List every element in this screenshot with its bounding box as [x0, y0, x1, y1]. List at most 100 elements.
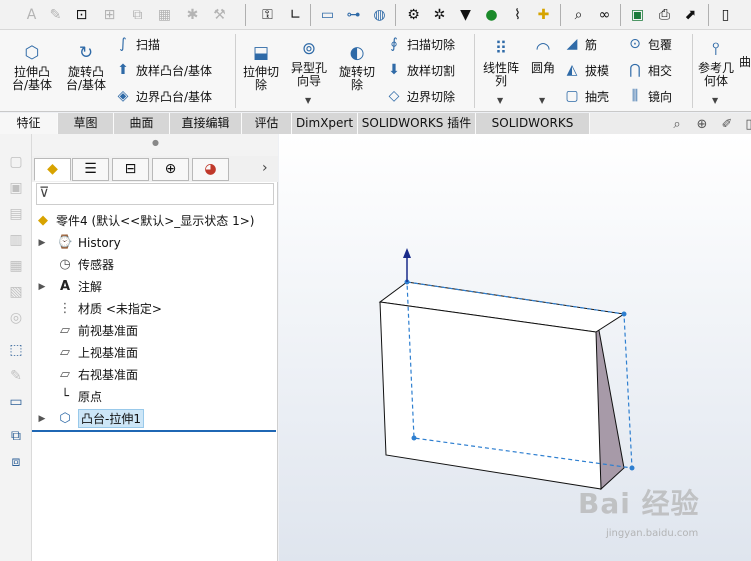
hole-wizard-dropdown-icon[interactable]: ▼ [305, 96, 311, 105]
mirror-button[interactable]: ⫼ 镜向 [626, 86, 672, 106]
sketch-point[interactable] [411, 435, 417, 441]
hierarchy-icon[interactable]: ⊶ [344, 5, 363, 24]
configuration-manager-tab-icon[interactable]: ⊟ [112, 158, 149, 181]
spring-icon[interactable]: ⌇ [508, 5, 527, 24]
cross-icon[interactable]: ✚ [534, 5, 553, 24]
tab-evaluate[interactable]: 评估 [242, 113, 292, 134]
revolve-boss-button[interactable]: ↻ 旋转凸 台/基体 [62, 42, 110, 92]
expand-arrow-icon[interactable]: ▶ [36, 282, 48, 292]
extrude-boss-button[interactable]: ⬡ 拉伸凸 台/基体 [8, 42, 56, 92]
swept-cut-button[interactable]: ∮ 扫描切除 [385, 34, 455, 54]
top-view-icon[interactable]: ▤ [6, 204, 26, 224]
tree-item-material[interactable]: ⋮ 材质 <未指定> [36, 298, 162, 319]
settings-icon[interactable]: ✲ [430, 5, 449, 24]
hole-wizard-button[interactable]: ⊚ 异型孔 向导 [287, 38, 331, 88]
fillet-button[interactable]: ◠ 圆角 [526, 38, 560, 75]
monitor-icon[interactable]: ▭ [318, 5, 337, 24]
export-icon[interactable]: ⬈ [681, 5, 700, 24]
right-view-icon[interactable]: ▥ [6, 230, 26, 250]
funnel-icon[interactable]: ▼ [456, 5, 475, 24]
excel-icon[interactable]: ▣ [628, 5, 647, 24]
boundary-cut-button[interactable]: ◇ 边界切除 [385, 86, 455, 106]
extrude-cut-button[interactable]: ⬓ 拉伸切 除 [239, 42, 283, 92]
rib-button[interactable]: ◢ 筋 [563, 34, 597, 54]
cube-view-icon[interactable]: ▢ [6, 152, 26, 172]
edit-sketch-icon[interactable]: ✎ [6, 366, 26, 386]
curves-button[interactable]: 曲 [739, 56, 751, 69]
loft-boss-button[interactable]: ⬆ 放样凸台/基体 [114, 60, 212, 80]
tools-icon[interactable]: ⚒ [210, 5, 229, 24]
tab-sketch[interactable]: 草图 [58, 113, 114, 134]
part-front-face[interactable] [379, 301, 602, 490]
tree-item-right-plane[interactable]: ▱ 右视基准面 [36, 364, 138, 385]
section-view-icon[interactable]: ▯ [740, 117, 751, 133]
gear-icon[interactable]: ⚙ [404, 5, 423, 24]
format-icon[interactable]: ▦ [155, 5, 174, 24]
tree-item-front-plane[interactable]: ▱ 前视基准面 [36, 320, 138, 341]
tab-surfaces[interactable]: 曲面 [114, 113, 170, 134]
binoculars-icon[interactable]: ∞ [595, 5, 614, 24]
copy-layer-icon[interactable]: ⧈ [6, 452, 26, 472]
wrap-button[interactable]: ⊙ 包覆 [626, 34, 672, 54]
tab-direct-editing[interactable]: 直接编辑 [170, 113, 242, 134]
tree-item-origin[interactable]: └ 原点 [36, 386, 102, 407]
fillet-dropdown-icon[interactable]: ▼ [539, 96, 545, 105]
zoom-area-icon[interactable]: ⊕ [693, 117, 711, 133]
reference-geometry-button[interactable]: ⫯ 参考几 何体 [695, 38, 737, 88]
feature-manager-tab-icon[interactable]: ◆ [34, 158, 71, 181]
options-icon[interactable]: ✱ [183, 5, 202, 24]
sketch-point[interactable] [621, 311, 627, 317]
sweep-button[interactable]: ∫ 扫描 [114, 34, 160, 54]
front-view-icon[interactable]: ▣ [6, 178, 26, 198]
dimxpert-manager-tab-icon[interactable]: ⊕ [152, 158, 189, 181]
previous-view-icon[interactable]: ✐ [718, 117, 736, 133]
revolve-cut-button[interactable]: ◐ 旋转切 除 [335, 42, 379, 92]
tree-item-sensors[interactable]: ◷ 传感器 [36, 254, 114, 275]
display-manager-tab-icon[interactable]: ◕ [192, 158, 229, 181]
tree-root[interactable]: ◆ 零件4 (默认<<默认>_显示状态 1>) [34, 210, 254, 231]
draft-button[interactable]: ◭ 拔模 [563, 60, 609, 80]
intersect-button[interactable]: ⋂ 相交 [626, 60, 672, 80]
shell-button[interactable]: ▢ 抽壳 [563, 86, 609, 106]
smart-dimension-icon[interactable]: ⊡ [72, 5, 91, 24]
sketch-text-icon[interactable]: A [22, 5, 41, 24]
sketch-point[interactable] [629, 465, 635, 471]
iso-view-icon[interactable]: ▦ [6, 256, 26, 276]
boundary-boss-button[interactable]: ◈ 边界凸台/基体 [114, 86, 212, 106]
tab-solidworks-addins[interactable]: SOLIDWORKS 插件 [358, 113, 476, 134]
linear-pattern-dropdown-icon[interactable]: ▼ [497, 96, 503, 105]
tab-features[interactable]: 特征 [0, 113, 58, 134]
zoom-to-fit-icon[interactable]: ⌕ [668, 117, 686, 133]
copy-icon[interactable]: ⧉ [128, 5, 147, 24]
search-icon[interactable]: ⌕ [569, 5, 588, 24]
document-icon[interactable]: ▯ [716, 5, 735, 24]
globe-icon[interactable]: ◍ [370, 5, 389, 24]
print-icon[interactable]: ⎙ [655, 5, 674, 24]
expand-arrow-icon[interactable]: ▶ [36, 238, 48, 248]
linear-pattern-button[interactable]: ⠿ 线性阵 列 [478, 38, 524, 88]
tree-item-history[interactable]: ▶ ⌚ History [36, 232, 121, 253]
display-monitor-icon[interactable]: ▭ [6, 392, 26, 412]
property-manager-tab-icon[interactable]: ☰ [72, 158, 109, 181]
angle-icon[interactable]: ∟ [286, 5, 305, 24]
selection-tool-icon[interactable]: ⬚ [6, 340, 26, 360]
lofted-cut-button[interactable]: ⬇ 放样切割 [385, 60, 455, 80]
layer-icon[interactable]: ⧉ [6, 426, 26, 446]
rollback-bar[interactable] [32, 430, 276, 432]
tab-dimxpert[interactable]: DimXpert [292, 113, 358, 134]
reference-geometry-dropdown-icon[interactable]: ▼ [712, 96, 718, 105]
trimetric-view-icon[interactable]: ▧ [6, 282, 26, 302]
add-icon[interactable]: ⊞ [100, 5, 119, 24]
key-icon[interactable]: ⚿ [258, 5, 277, 24]
tree-item-top-plane[interactable]: ▱ 上视基准面 [36, 342, 138, 363]
tree-item-boss-extrude1[interactable]: ▶ ⬡ 凸台-拉伸1 [36, 408, 144, 429]
expand-arrow-icon[interactable]: ▶ [36, 414, 48, 424]
tab-solidworks-mbd[interactable]: SOLIDWORKS MBD [476, 113, 590, 150]
tree-filter[interactable]: ⊽ [36, 183, 274, 205]
collapse-handle-icon[interactable]: ● [152, 138, 159, 147]
tree-item-annotations[interactable]: ▶ A 注解 [36, 276, 102, 297]
edit-icon[interactable]: ✎ [46, 5, 65, 24]
dimetric-view-icon[interactable]: ◎ [6, 308, 26, 328]
location-pin-icon[interactable]: ● [482, 5, 501, 24]
chevron-right-icon[interactable]: › [262, 160, 268, 176]
